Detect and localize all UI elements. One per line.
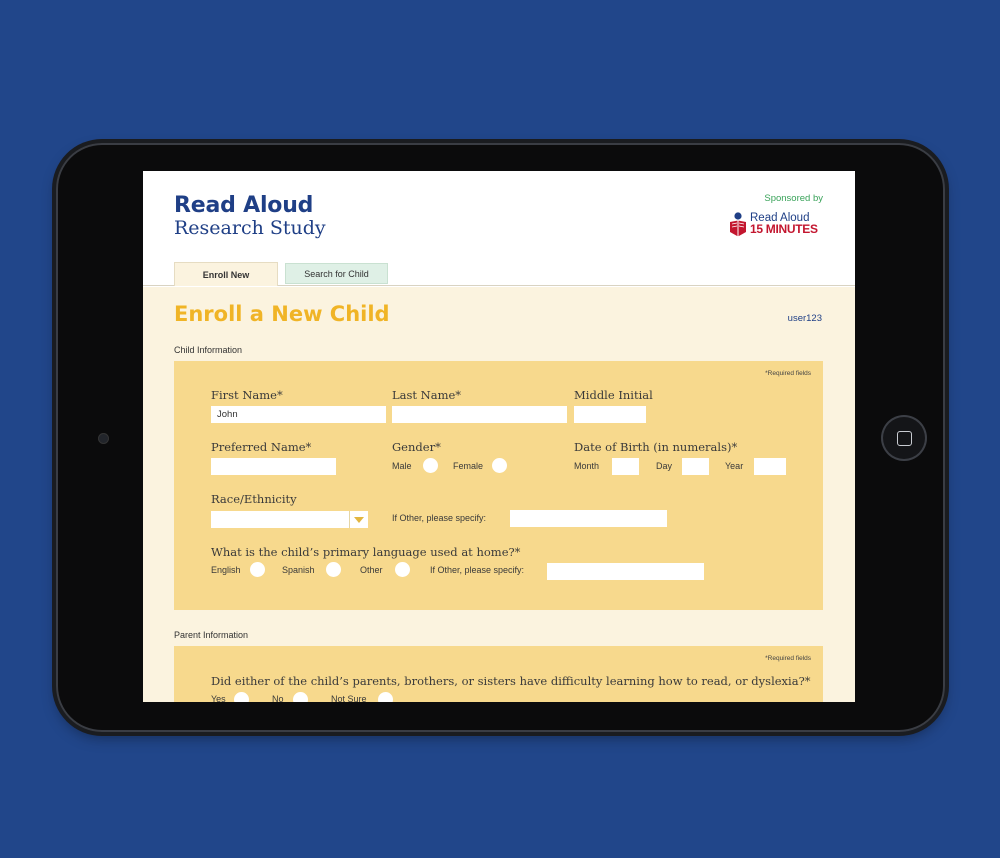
- dyslexia-question: Did either of the child’s parents, broth…: [211, 674, 811, 688]
- gender-male-radio[interactable]: [423, 458, 438, 473]
- tab-search-for-child[interactable]: Search for Child: [285, 263, 388, 284]
- lang-other-label: Other: [360, 565, 383, 575]
- race-select[interactable]: [211, 511, 368, 528]
- option-yes-radio[interactable]: [234, 692, 249, 702]
- option-no-label: No: [272, 694, 284, 702]
- first-name-input[interactable]: [211, 406, 386, 423]
- gender-female-radio[interactable]: [492, 458, 507, 473]
- dropdown-arrow-icon: [349, 511, 368, 528]
- dob-month-input[interactable]: [612, 458, 639, 475]
- required-note: *Required fields: [765, 655, 811, 662]
- parent-info-panel: *Required fields Did either of the child…: [174, 646, 823, 702]
- dob-month-label: Month: [574, 461, 600, 471]
- dob-year-label: Year: [725, 461, 744, 471]
- sponsor-logo[interactable]: Read Aloud 15 MINUTES: [729, 211, 825, 239]
- option-no-radio[interactable]: [293, 692, 308, 702]
- sponsor-logo-line2: 15 MINUTES: [750, 222, 818, 236]
- sponsor-text: Sponsored by: [764, 193, 823, 204]
- dob-label: Date of Birth (in numerals)*: [574, 440, 738, 454]
- dob-day-label: Day: [656, 461, 673, 471]
- race-other-label: If Other, please specify:: [392, 513, 487, 523]
- option-not-sure-radio[interactable]: [378, 692, 393, 702]
- dob-day-input[interactable]: [682, 458, 709, 475]
- option-yes-label: Yes: [211, 694, 226, 702]
- child-info-panel: *Required fields First Name* Last Name* …: [174, 361, 823, 610]
- lang-english-label: English: [211, 565, 241, 575]
- first-name-label: First Name*: [211, 388, 283, 402]
- preferred-name-label: Preferred Name*: [211, 440, 312, 454]
- dob-year-input[interactable]: [754, 458, 786, 475]
- race-label: Race/Ethnicity: [211, 492, 297, 506]
- brand-subtitle: Research Study: [174, 217, 326, 239]
- page-title: Enroll a New Child: [174, 302, 390, 326]
- home-square-icon: [896, 430, 912, 446]
- last-name-label: Last Name*: [392, 388, 462, 402]
- parent-section-label: Parent Information: [174, 630, 249, 640]
- camera-icon: [98, 433, 109, 444]
- home-button[interactable]: [881, 415, 927, 461]
- tab-enroll-new[interactable]: Enroll New: [174, 262, 278, 286]
- gender-label: Gender*: [392, 440, 441, 454]
- lang-english-radio[interactable]: [250, 562, 265, 577]
- last-name-input[interactable]: [392, 406, 567, 423]
- required-note: *Required fields: [765, 370, 811, 377]
- app-screen: Read Aloud Research Study Sponsored by R…: [143, 171, 855, 702]
- language-question: What is the child’s primary language use…: [211, 545, 521, 559]
- lang-spanish-label: Spanish: [282, 565, 315, 575]
- lang-other-input[interactable]: [547, 563, 704, 580]
- lang-other-radio[interactable]: [395, 562, 410, 577]
- lang-spanish-radio[interactable]: [326, 562, 341, 577]
- user-label[interactable]: user123: [788, 313, 822, 324]
- header: Read Aloud Research Study Sponsored by R…: [143, 171, 855, 287]
- lang-other-specify-label: If Other, please specify:: [430, 565, 525, 575]
- brand-title: Read Aloud: [174, 193, 314, 218]
- option-not-sure-label: Not Sure: [331, 694, 367, 702]
- gender-female-label: Female: [453, 461, 484, 471]
- reader-logo-icon: [730, 212, 746, 237]
- child-section-label: Child Information: [174, 345, 243, 355]
- race-other-input[interactable]: [510, 510, 667, 527]
- preferred-name-input[interactable]: [211, 458, 336, 475]
- gender-male-label: Male: [392, 461, 412, 471]
- middle-initial-input[interactable]: [574, 406, 646, 423]
- middle-initial-label: Middle Initial: [574, 388, 653, 402]
